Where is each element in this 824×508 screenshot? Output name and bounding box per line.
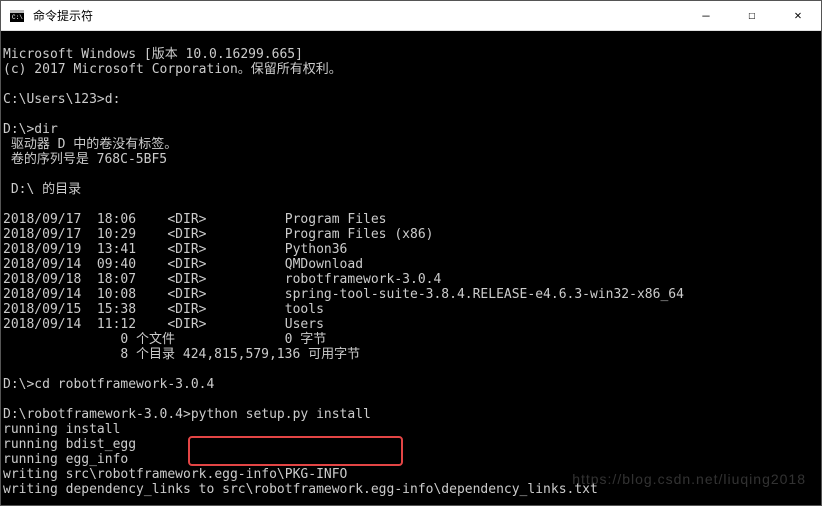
terminal-line: 2018/09/17 10:29 <DIR> Program Files (x8… (3, 227, 433, 242)
terminal-line: 2018/09/17 18:06 <DIR> Program Files (3, 212, 387, 227)
terminal-line: 2018/09/19 13:41 <DIR> Python36 (3, 242, 347, 257)
maximize-button[interactable]: ☐ (729, 1, 775, 30)
terminal-line: 卷的序列号是 768C-5BF5 (3, 152, 167, 167)
terminal-line: writing src\robotframework.egg-info\PKG-… (3, 467, 347, 482)
close-button[interactable]: ✕ (775, 1, 821, 30)
terminal-line: running bdist_egg (3, 437, 136, 452)
terminal-line: 2018/09/18 18:07 <DIR> robotframework-3.… (3, 272, 441, 287)
cmd-icon: C:\ (9, 8, 25, 24)
terminal-line: C:\Users\123>d: (3, 92, 120, 107)
terminal-line: 2018/09/14 10:08 <DIR> spring-tool-suite… (3, 287, 684, 302)
highlight-box (188, 436, 403, 466)
terminal-line: D:\>cd robotframework-3.0.4 (3, 377, 214, 392)
terminal-line: D:\robotframework-3.0.4>python setup.py … (3, 407, 371, 422)
terminal-line: 2018/09/15 15:38 <DIR> tools (3, 302, 324, 317)
terminal-line: 2018/09/14 09:40 <DIR> QMDownload (3, 257, 363, 272)
watermark: https://blog.csdn.net/liuqing2018 (572, 472, 806, 487)
terminal-line: Microsoft Windows [版本 10.0.16299.665] (3, 47, 303, 62)
cmd-window: C:\ 命令提示符 — ☐ ✕ Microsoft Windows [版本 10… (0, 0, 822, 506)
terminal-output[interactable]: Microsoft Windows [版本 10.0.16299.665] (c… (1, 31, 821, 505)
terminal-line: D:\>dir (3, 122, 58, 137)
window-controls: — ☐ ✕ (683, 1, 821, 30)
terminal-line: 2018/09/14 11:12 <DIR> Users (3, 317, 324, 332)
terminal-line: running egg_info (3, 452, 128, 467)
terminal-line: (c) 2017 Microsoft Corporation。保留所有权利。 (3, 62, 342, 77)
terminal-line: D:\ 的目录 (3, 182, 81, 197)
window-title: 命令提示符 (33, 7, 683, 24)
terminal-line: 驱动器 D 中的卷没有标签。 (3, 137, 177, 152)
minimize-button[interactable]: — (683, 1, 729, 30)
terminal-line: running install (3, 422, 120, 437)
terminal-line: 8 个目录 424,815,579,136 可用字节 (3, 347, 360, 362)
terminal-line: writing dependency_links to src\robotfra… (3, 482, 598, 497)
svg-text:C:\: C:\ (12, 14, 23, 21)
titlebar[interactable]: C:\ 命令提示符 — ☐ ✕ (1, 1, 821, 31)
terminal-line: 0 个文件 0 字节 (3, 332, 326, 347)
